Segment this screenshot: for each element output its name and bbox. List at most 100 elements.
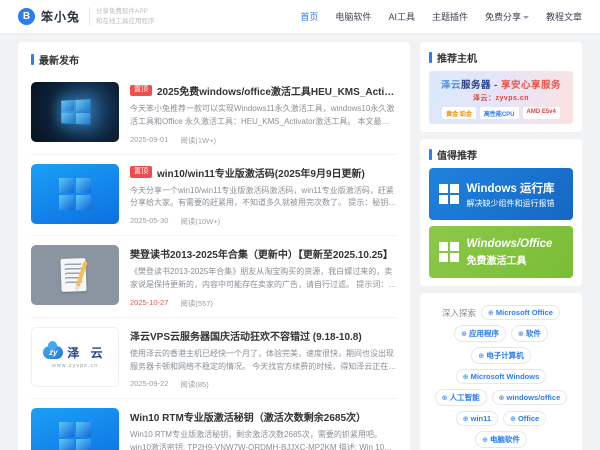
- ad-badge-cpu: 高性能CPU: [479, 107, 519, 119]
- windows-logo-icon: [61, 99, 91, 125]
- article-item-4[interactable]: zy 泽 云 www.zyvps.cn 泽云VPS云服务器国庆活动狂欢不容错过 …: [31, 318, 397, 400]
- article-view-count: 阅读(1W+): [180, 135, 216, 145]
- article-title[interactable]: 樊登读书2013-2025年合集（更新中）【更新至2025.10.25】: [130, 246, 393, 261]
- nav-item-tutorials[interactable]: 教程文章: [546, 10, 582, 23]
- article-item-1[interactable]: 置顶 2025免费windows/office激活工具HEU_KMS_Activ…: [31, 73, 397, 155]
- zeyun-ad-banner[interactable]: 泽云服务器 - 享安心享服务 泽云：zyvps.cn 黄金 铂金 高性能CPU …: [429, 71, 573, 124]
- article-excerpt: 使用泽云的香港主机已经快一个月了，体验完美，速度很快，期间也没出现服务器卡顿和网…: [130, 348, 397, 371]
- zeyun-logo-url: www.zyvps.cn: [51, 363, 99, 370]
- section-accent-bar: [429, 52, 432, 63]
- article-title[interactable]: win10/win11专业版激活码(2025年9月9日更新): [157, 165, 365, 180]
- ad-slogan: 享安心享服务: [500, 80, 561, 91]
- tag-win11[interactable]: ⊕ win11: [455, 411, 499, 426]
- latest-posts-card: 最新发布 置顶 2025免费windows/office激活工具HEU_KMS_…: [18, 42, 410, 450]
- site-brand[interactable]: B 笨小兔 分享免费软件APP 和在线工具应用程序: [18, 7, 155, 26]
- ad-badge-amd: AMD E5v4: [522, 107, 560, 119]
- article-meta: 2025-09-22 阅读(85): [130, 379, 397, 390]
- top-navbar: B 笨小兔 分享免费软件APP 和在线工具应用程序 首页 电脑软件 AI工具 主…: [0, 0, 600, 34]
- chevron-down-icon: [522, 15, 529, 19]
- windows-runtime-banner[interactable]: Windows 运行库 解决缺少组件和运行报错: [429, 168, 573, 220]
- article-date: 2025-10-27: [130, 297, 169, 307]
- article-date: 2025-09-22: [130, 379, 169, 389]
- tag-microsoft-windows[interactable]: ⊕ Microsoft Windows: [455, 369, 547, 384]
- tag-icon: ⊕: [461, 330, 467, 338]
- pinned-badge: 置顶: [130, 84, 152, 97]
- article-title[interactable]: 泽云VPS云服务器国庆活动狂欢不容错过 (9.18-10.8): [130, 328, 362, 343]
- worth-recommend-title: 值得推荐: [437, 151, 477, 162]
- tag-icon: ⊕: [498, 394, 505, 402]
- windows-logo-icon: [59, 177, 91, 210]
- article-thumbnail-zeyun[interactable]: zy 泽 云 www.zyvps.cn: [31, 326, 119, 387]
- tag-office[interactable]: ⊕ Office: [503, 411, 547, 426]
- site-tagline-line1: 分享免费软件APP: [96, 8, 149, 16]
- article-view-count: 阅读(85): [180, 380, 209, 390]
- article-date: 2025-05-30: [130, 216, 169, 226]
- cloud-logo-icon: zy: [43, 341, 64, 360]
- ad-badges: 黄金 铂金 高性能CPU AMD E5v4: [433, 107, 569, 119]
- tag-microsoft-office[interactable]: ⊕ Microsoft Office: [481, 305, 560, 320]
- tag-icon: ⊕: [478, 352, 485, 360]
- tag-windows-office[interactable]: ⊕ windows/office: [491, 390, 568, 405]
- site-tagline-line2: 和在线工具应用程序: [96, 17, 155, 25]
- article-body: 樊登读书2013-2025年合集（更新中）【更新至2025.10.25】 《樊登…: [130, 245, 397, 309]
- article-meta: 2025-09-01 阅读(1W+): [130, 135, 397, 146]
- tag-pc-software[interactable]: ⊕ 电脑软件: [475, 431, 527, 448]
- tag-software[interactable]: ⊕ 软件: [511, 325, 548, 342]
- ad-mid: 服务器 -: [461, 80, 501, 91]
- section-accent-bar: [31, 54, 34, 65]
- article-excerpt: 今天分享一个win10/win11专业版激活码激活码，win11专业版激活码，赶…: [130, 185, 397, 208]
- windows-logo-icon: [439, 184, 459, 204]
- site-name: 笨小兔: [41, 10, 81, 24]
- sidebar: 推荐主机 泽云服务器 - 享安心享服务 泽云：zyvps.cn 黄金 铂金 高性…: [420, 42, 582, 450]
- activation-tool-banner[interactable]: Windows/Office 免费激活工具: [429, 226, 573, 278]
- article-thumbnail-win10-hero[interactable]: [31, 82, 119, 142]
- tag-icon: ⊕: [488, 309, 494, 317]
- tag-icon: ⊕: [510, 415, 516, 423]
- article-title[interactable]: Win10 RTM专业版激活秘钥（激活次数剩余2685次）: [130, 409, 366, 424]
- article-item-3[interactable]: 樊登读书2013-2025年合集（更新中）【更新至2025.10.25】 《樊登…: [31, 236, 397, 318]
- ad-headline: 泽云服务器 - 享安心享服务: [433, 77, 569, 91]
- tag-cloud-label: 深入探索: [442, 307, 477, 318]
- nav-item-ai-tools[interactable]: AI工具: [388, 10, 415, 23]
- tag-cloud-card: 深入探索 ⊕ Microsoft Office ⊕ 应用程序 ⊕ 软件 ⊕ 电子计算机 …: [420, 293, 582, 450]
- tag-icon: ⊕: [482, 436, 488, 444]
- article-meta: 2025-05-30 阅读(10W+): [130, 216, 397, 227]
- article-thumbnail-document[interactable]: [31, 245, 119, 306]
- nav-item-theme-plugins[interactable]: 主题插件: [432, 10, 468, 23]
- section-accent-bar: [429, 149, 432, 160]
- site-tagline: 分享免费软件APP 和在线工具应用程序: [89, 7, 155, 26]
- tag-computer[interactable]: ⊕ 电子计算机: [471, 347, 531, 364]
- worth-recommend-card: 值得推荐 Windows 运行库 解决缺少组件和运行报错 Windows/Off…: [420, 139, 582, 286]
- article-view-count: 阅读(10W+): [180, 217, 221, 227]
- nav-item-home[interactable]: 首页: [300, 10, 318, 23]
- article-date: 2025-09-01: [130, 134, 169, 144]
- latest-posts-header: 最新发布: [31, 52, 397, 67]
- recommended-host-title: 推荐主机: [437, 54, 477, 65]
- nav-item-free-share[interactable]: 免费分享: [485, 10, 529, 23]
- banner-subtitle: 免费激活工具: [466, 255, 527, 267]
- article-title[interactable]: 2025免费windows/office激活工具HEU_KMS_Activato…: [157, 83, 397, 98]
- page-content: 最新发布 置顶 2025免费windows/office激活工具HEU_KMS_…: [0, 34, 600, 450]
- article-body: 置顶 win10/win11专业版激活码(2025年9月9日更新) 今天分享一个…: [130, 164, 397, 228]
- zeyun-logo-text: 泽 云: [67, 346, 107, 361]
- article-excerpt: 今天笨小兔推荐一款可以实现Windows11永久激活工具，windows10永久…: [130, 104, 395, 126]
- windows-logo-icon: [59, 422, 91, 450]
- nav-item-free-share-label: 免费分享: [484, 12, 521, 22]
- ad-badge-gold: 黄金 铂金: [442, 107, 476, 119]
- tag-cloud: 深入探索 ⊕ Microsoft Office ⊕ 应用程序 ⊕ 软件 ⊕ 电子计算机 …: [429, 301, 573, 450]
- article-item-2[interactable]: 置顶 win10/win11专业版激活码(2025年9月9日更新) 今天分享一个…: [31, 155, 397, 237]
- article-thumbnail-win11[interactable]: [31, 163, 119, 224]
- article-view-count: 阅读(557): [180, 298, 213, 308]
- pinned-badge: 置顶: [130, 166, 152, 178]
- article-excerpt: 《樊登读书2013-2025年合集》朋友从淘宝购买的资源，我白嫖过来的，卖家说是…: [130, 267, 397, 289]
- banner-title: Windows/Office: [466, 237, 553, 250]
- nav-item-pc-software[interactable]: 电脑软件: [335, 10, 371, 23]
- article-body: Win10 RTM专业版激活秘钥（激活次数剩余2685次） Win10 RTM专…: [130, 408, 397, 450]
- tag-applications[interactable]: ⊕ 应用程序: [454, 325, 506, 342]
- article-item-5[interactable]: Win10 RTM专业版激活秘钥（激活次数剩余2685次） Win10 RTM专…: [31, 399, 397, 450]
- tag-ai[interactable]: ⊕ 人工智能: [434, 389, 487, 406]
- recommended-host-card: 推荐主机 泽云服务器 - 享安心享服务 泽云：zyvps.cn 黄金 铂金 高性…: [420, 42, 582, 132]
- article-thumbnail-win11[interactable]: [31, 408, 119, 450]
- ad-brand: 泽云: [441, 80, 462, 91]
- tag-icon: ⊕: [462, 415, 469, 423]
